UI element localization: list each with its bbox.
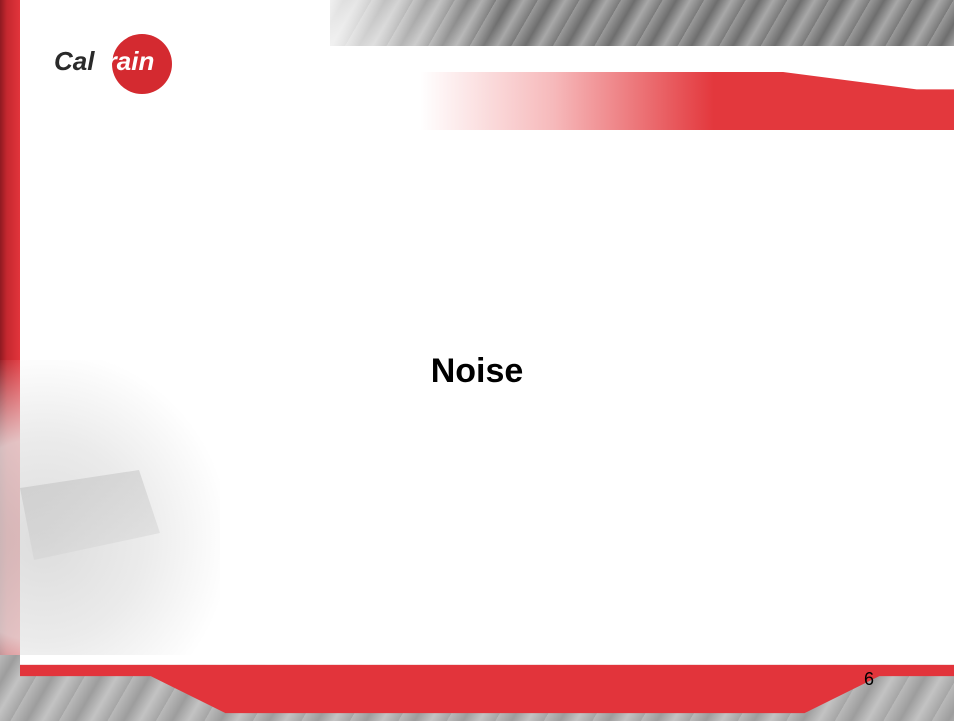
logo-text-cal: Cal <box>54 46 95 76</box>
top-band-fade <box>300 0 500 50</box>
logo-text-train: train <box>98 46 155 76</box>
slide-title: Noise <box>430 352 524 390</box>
caltrain-logo: Cal train <box>54 32 184 94</box>
header-red-wedge <box>420 72 954 130</box>
page-number: 6 <box>864 669 875 689</box>
slide: Cal train Noise 6 <box>0 0 954 721</box>
